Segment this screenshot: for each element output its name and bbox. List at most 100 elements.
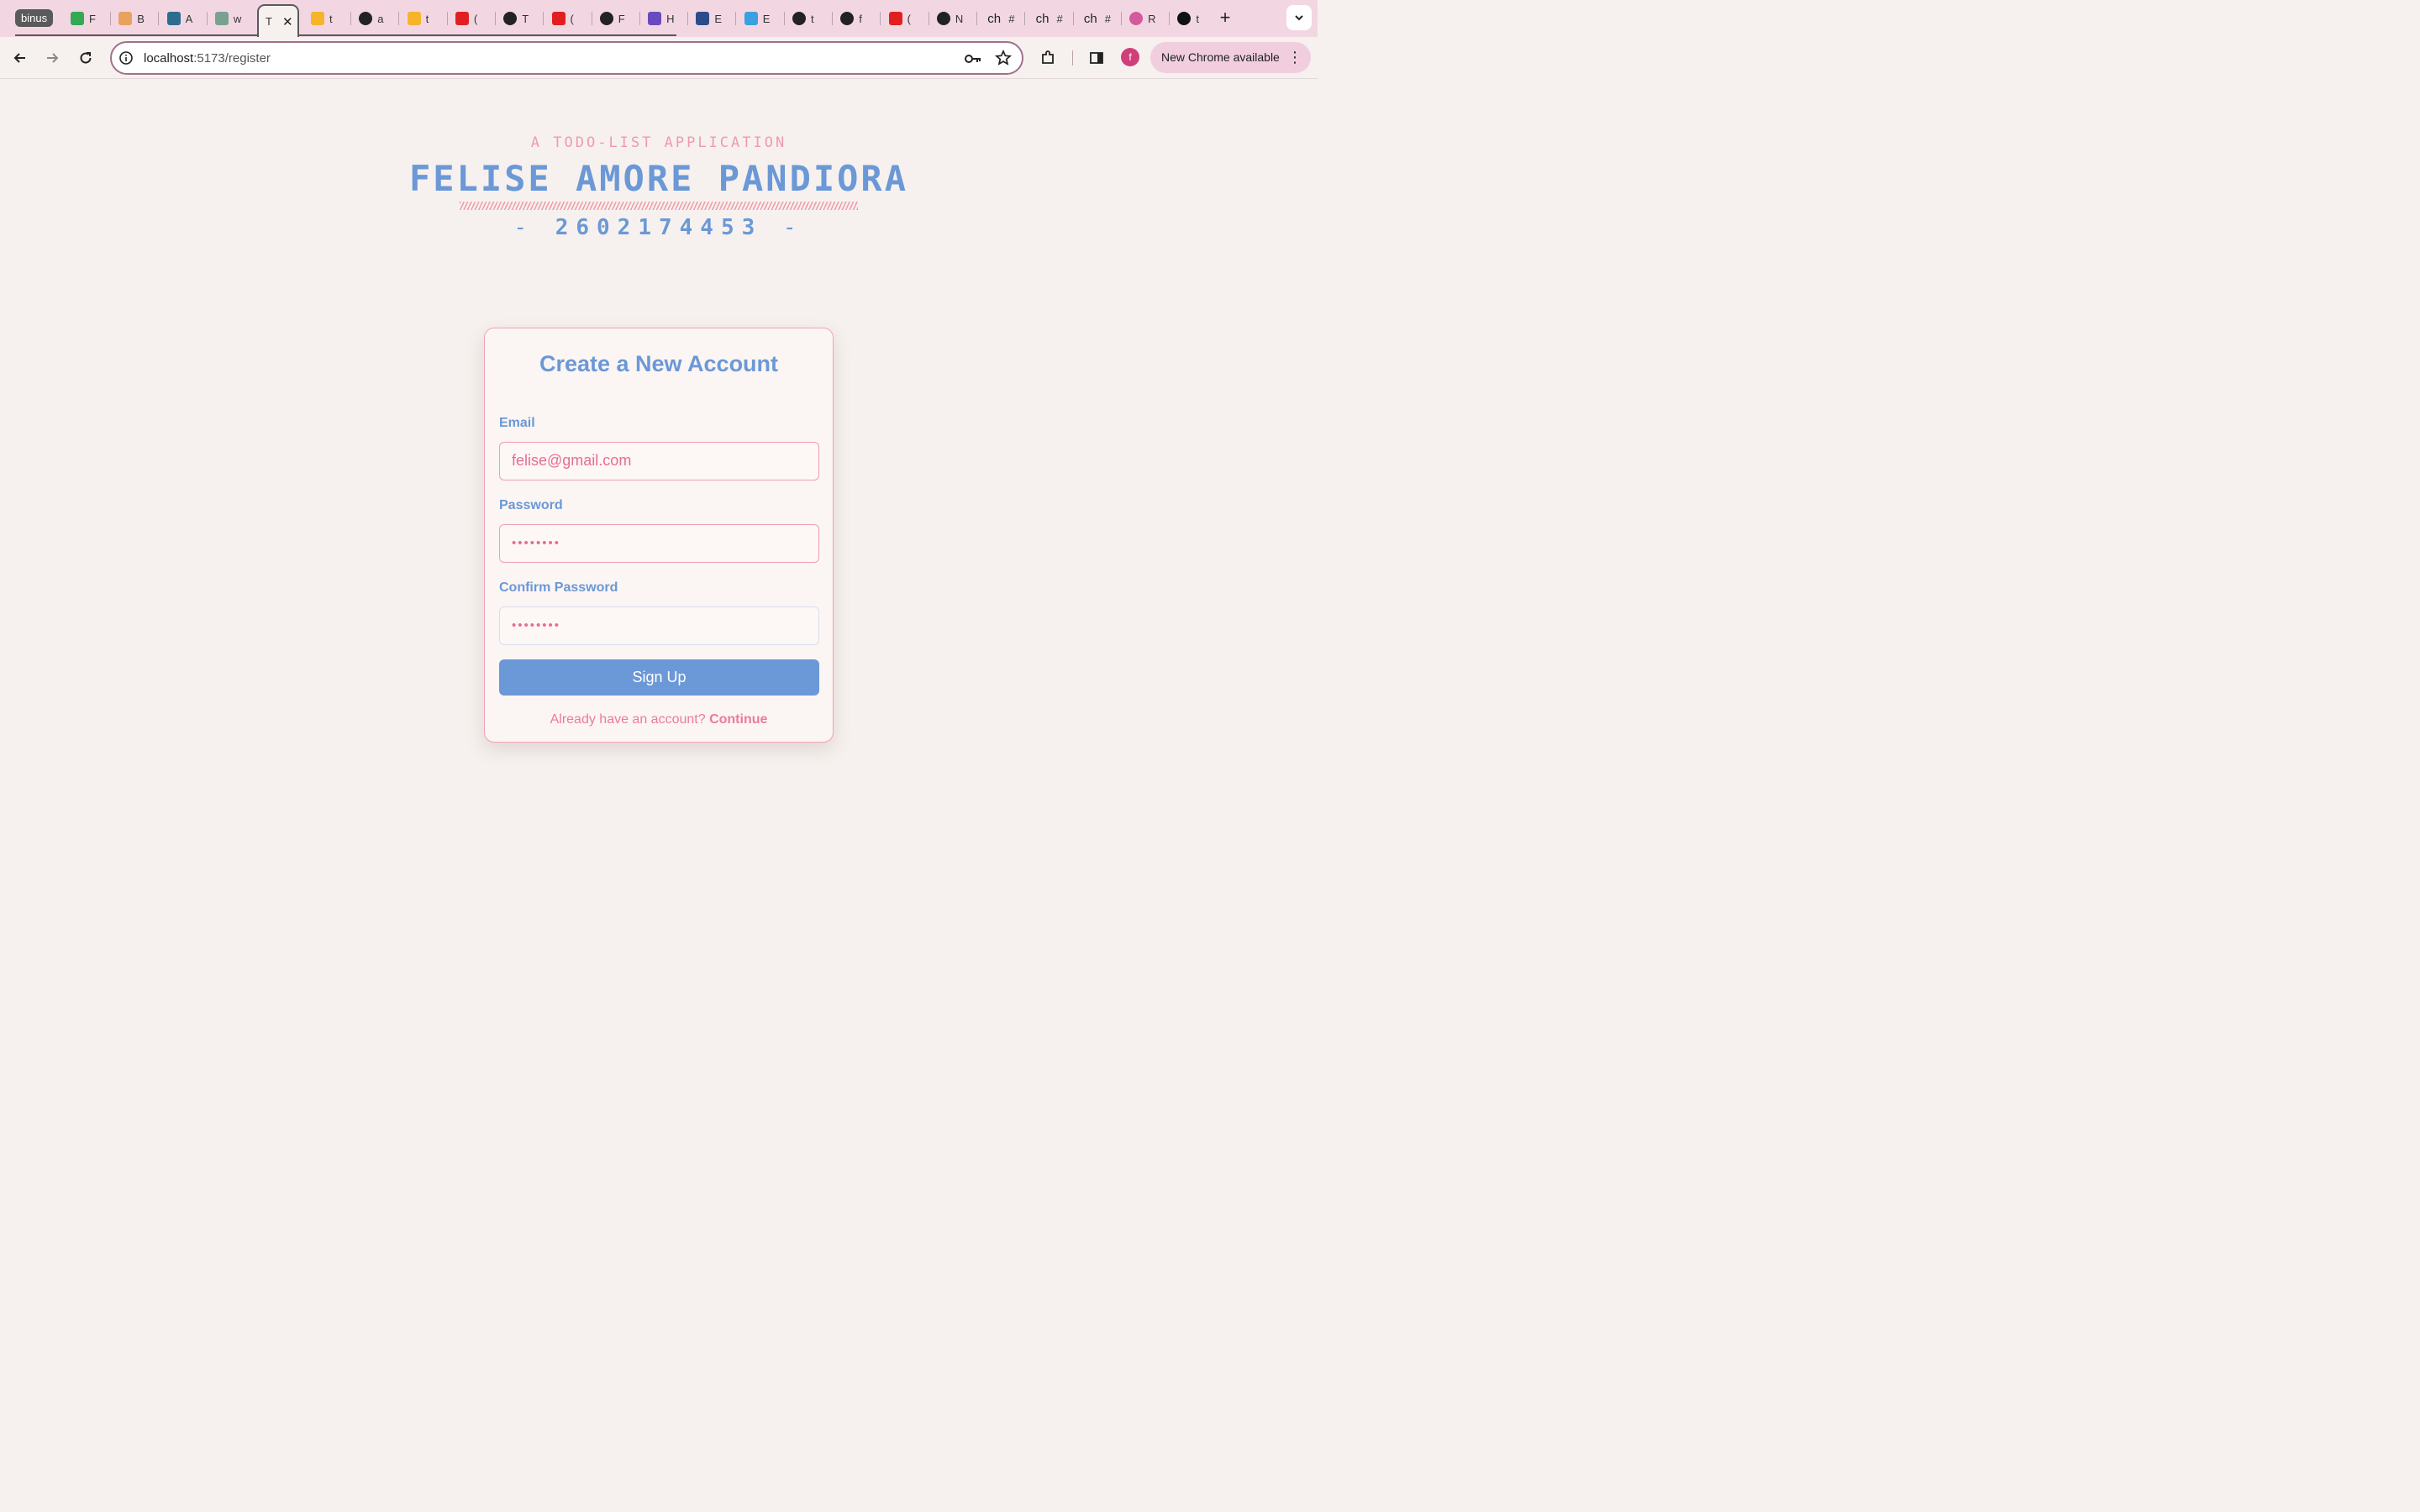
browser-tab[interactable]: F [595, 8, 639, 29]
forward-arrow-icon [47, 53, 59, 63]
browser-tab[interactable]: ( [547, 8, 591, 29]
tab-title: # [1104, 12, 1112, 25]
browser-tab[interactable]: ch # [1076, 8, 1120, 29]
register-card: Create a New Account Email felise@gmail.… [484, 328, 834, 743]
update-label: New Chrome available [1161, 50, 1280, 64]
browser-tab[interactable]: F [66, 8, 109, 29]
browser-tab[interactable]: t [787, 8, 831, 29]
tab-title: T [266, 15, 272, 28]
browser-tab[interactable]: ch # [1028, 8, 1072, 29]
tab-separator [832, 12, 833, 25]
confirm-password-field[interactable]: •••••••• [499, 606, 819, 645]
bookmark-star-icon[interactable] [994, 49, 1013, 67]
back-arrow-icon [13, 53, 25, 63]
reload-button[interactable] [75, 47, 97, 69]
password-label: Password [499, 498, 563, 512]
google-drive-icon [71, 12, 84, 25]
sign-up-button[interactable]: Sign Up [499, 659, 819, 696]
vercel-icon [1177, 12, 1192, 25]
tab-separator [976, 12, 977, 25]
continue-link[interactable]: Continue [709, 712, 767, 727]
url-text[interactable]: localhost:5173/register [144, 51, 271, 66]
tab-separator [1169, 12, 1171, 25]
id-dash-left: - [513, 215, 535, 240]
decorative-hatch-rule [460, 202, 858, 210]
browser-tab[interactable]: a [354, 8, 397, 29]
puzzle-icon [1042, 50, 1054, 64]
browser-tab[interactable]: ( [884, 8, 928, 29]
tab-separator [350, 12, 351, 25]
tab-title: H [666, 12, 675, 25]
password-field[interactable]: •••••••• [499, 524, 819, 563]
back-button[interactable] [9, 47, 31, 69]
browser-tab[interactable]: E [739, 8, 783, 29]
tab-separator [446, 12, 448, 25]
browser-tab[interactable]: A [162, 8, 206, 29]
browser-tab[interactable]: H [643, 8, 687, 29]
github-icon [599, 12, 613, 25]
tab-title: N [955, 12, 964, 25]
tab-title: R [1148, 12, 1156, 25]
tab-group-underline [15, 34, 676, 36]
site-info-icon[interactable] [118, 50, 134, 66]
tab-title: t [425, 12, 429, 25]
key-icon[interactable] [964, 50, 982, 68]
browser-tab[interactable]: t [306, 8, 350, 29]
youtube-icon [551, 12, 566, 25]
youtube-icon [888, 12, 902, 25]
github-icon [359, 12, 373, 25]
profile-avatar[interactable]: f [1121, 48, 1139, 66]
browser-tab[interactable]: E [691, 8, 734, 29]
tab-separator [398, 12, 400, 25]
ch-icon: ch [987, 11, 1002, 26]
browser-tab[interactable]: B [113, 8, 157, 29]
tab-separator [1024, 12, 1026, 25]
email-field[interactable]: felise@gmail.com [499, 442, 819, 480]
form-title: Create a New Account [539, 351, 779, 376]
browser-tab[interactable]: w [210, 8, 254, 29]
firebase-icon [407, 12, 421, 25]
tab-strip: binus F B Aw T ✕ t a t(T(F H E Et f(Nch # ch # ch # Rt + [0, 0, 1318, 37]
tab-title: # [1056, 12, 1063, 25]
tab-title: ( [473, 12, 478, 25]
ch-icon: ch [1083, 11, 1097, 26]
close-tab-icon[interactable]: ✕ [282, 14, 293, 29]
tab-title: F [618, 12, 625, 25]
youtube-icon [455, 12, 469, 25]
firebase-icon [311, 12, 324, 25]
github-icon [840, 12, 855, 25]
tab-separator [880, 12, 881, 25]
app-subtitle: A TODO-LIST APPLICATION [530, 134, 787, 151]
browser-tab[interactable]: t [402, 8, 446, 29]
forward-button[interactable] [41, 47, 63, 69]
tab-title: # [1008, 12, 1015, 25]
side-panel-button[interactable] [1086, 47, 1107, 69]
tab-search-button[interactable] [1286, 5, 1312, 30]
app-icon [648, 12, 662, 25]
browser-tab[interactable]: R [1124, 8, 1168, 29]
extensions-button[interactable] [1037, 47, 1059, 69]
browser-tab[interactable]: T [498, 8, 542, 29]
browser-tab[interactable]: T ✕ [257, 4, 299, 37]
confirm-password-label: Confirm Password [499, 580, 618, 595]
tab-separator [1120, 12, 1122, 25]
tab-title: ( [907, 12, 911, 25]
address-bar[interactable]: localhost:5173/register [110, 41, 1023, 75]
kebab-menu-icon[interactable]: ⋮ [1287, 42, 1302, 73]
browser-tab[interactable]: t [1172, 8, 1216, 29]
tab-separator [639, 12, 640, 25]
chevron-down-icon [1295, 15, 1303, 21]
tab-group-chip[interactable]: binus [15, 9, 54, 27]
tab-title: B [137, 12, 145, 25]
browser-tab[interactable]: ( [450, 8, 494, 29]
browser-tab[interactable]: f [835, 8, 879, 29]
new-tab-button[interactable]: + [1216, 8, 1234, 29]
browser-toolbar: localhost:5173/register f New Chrome ava… [0, 37, 1318, 79]
forms-icon [166, 12, 181, 25]
browser-tab[interactable]: ch # [980, 8, 1023, 29]
tab-separator [1072, 12, 1074, 25]
play-icon [744, 12, 758, 25]
chrome-update-button[interactable]: New Chrome available ⋮ [1150, 42, 1311, 73]
browser-tab[interactable]: N [932, 8, 976, 29]
tab-separator [158, 12, 160, 25]
